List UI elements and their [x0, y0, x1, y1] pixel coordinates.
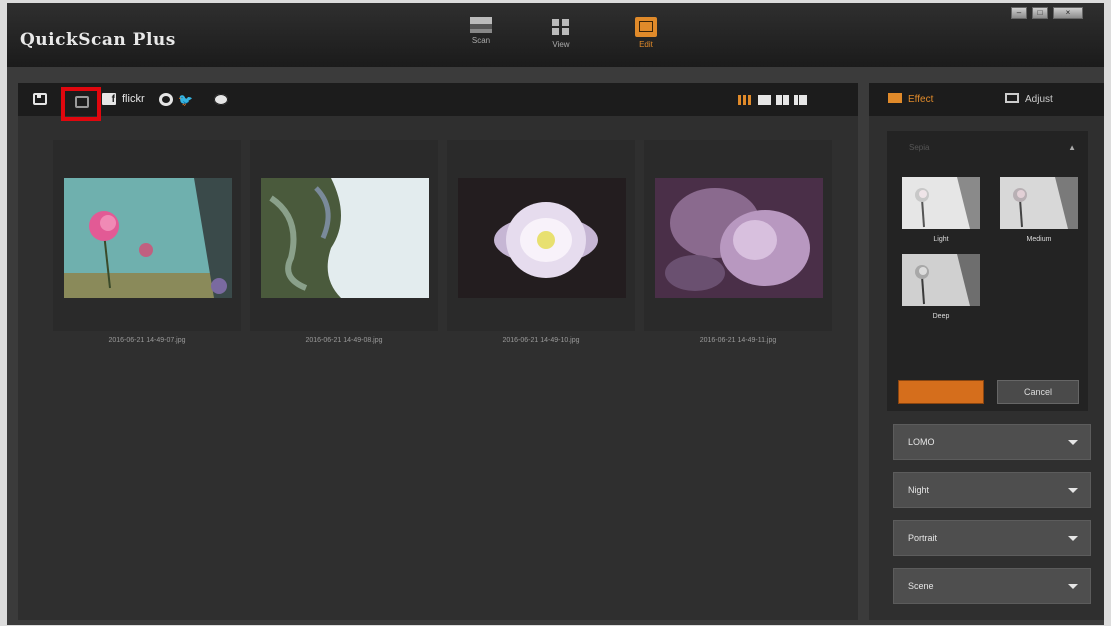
view-grid-icon	[550, 17, 572, 37]
settings-icon[interactable]	[214, 94, 228, 105]
tab-adjust[interactable]: Adjust	[986, 83, 1103, 116]
maximize-button[interactable]: □	[1032, 7, 1048, 19]
two-column-view-icon[interactable]	[776, 95, 789, 105]
effect-dropdown-night[interactable]: Night	[893, 472, 1091, 508]
effect-icon	[888, 93, 902, 103]
effect-preset-label: Medium	[1026, 236, 1052, 243]
edit-photo-icon	[635, 17, 657, 37]
effect-preview	[902, 177, 980, 229]
app-title: QuickScan Plus	[20, 30, 176, 50]
mode-label-scan: Scan	[471, 36, 491, 45]
mode-tab-edit[interactable]: Edit	[621, 13, 671, 63]
effect-preset-deep[interactable]: Deep	[902, 254, 980, 324]
effect-group-header[interactable]: Sepia ▲	[887, 131, 1088, 161]
tab-adjust-label: Adjust	[1025, 94, 1053, 105]
effect-dropdown-scene[interactable]: Scene	[893, 568, 1091, 604]
chevron-down-icon	[1068, 488, 1078, 493]
grid-view-icon[interactable]	[738, 95, 751, 105]
dropdown-label: Scene	[908, 581, 934, 591]
twitter-icon[interactable]: 🐦	[178, 92, 193, 108]
mode-tab-scan[interactable]: Scan	[456, 13, 506, 63]
thumbnail-filename: 2016-06-21 14-49-08.jpg	[305, 337, 383, 344]
thumbnail-card[interactable]: 2016-06-21 14-49-08.jpg	[250, 140, 438, 344]
thumbnail-filename: 2016-06-21 14-49-07.jpg	[108, 337, 186, 344]
tab-effect-label: Effect	[908, 94, 934, 105]
effect-group-title: Sepia	[909, 143, 930, 152]
app-window: QuickScan Plus Scan View Edit – □ × f fl…	[7, 3, 1104, 625]
photo-thumbnail	[64, 178, 232, 298]
cancel-button[interactable]: Cancel	[997, 380, 1079, 404]
effect-dropdown-portrait[interactable]: Portrait	[893, 520, 1091, 556]
scanner-icon	[470, 17, 492, 33]
adjust-icon	[1005, 93, 1019, 103]
thumbnail-filename: 2016-06-21 14-49-11.jpg	[699, 337, 777, 344]
effect-preview	[902, 254, 980, 306]
photo-thumbnail	[458, 178, 626, 298]
effect-dropdown-lomo[interactable]: LOMO	[893, 424, 1091, 460]
chevron-down-icon	[1068, 440, 1078, 445]
save-icon[interactable]	[33, 93, 47, 105]
effect-preview	[1000, 177, 1078, 229]
thumbnail-filename: 2016-06-21 14-49-10.jpg	[502, 337, 580, 344]
single-view-icon[interactable]	[794, 95, 807, 105]
photo-thumbnail	[261, 178, 429, 298]
chevron-down-icon	[1068, 536, 1078, 541]
title-bar: QuickScan Plus Scan View Edit – □ ×	[7, 3, 1104, 67]
flickr-button[interactable]: flickr	[122, 91, 145, 107]
mode-tab-view[interactable]: View	[536, 13, 586, 63]
share-circle-icon[interactable]	[159, 93, 173, 106]
highlight-box	[61, 87, 101, 121]
dropdown-label: Night	[908, 485, 930, 495]
facebook-icon[interactable]: f	[102, 93, 116, 105]
edit-side-panel: Effect Adjust Sepia ▲ Light Medium Deep …	[869, 83, 1104, 620]
minimize-button[interactable]: –	[1011, 7, 1027, 19]
thumbnail-card[interactable]: 2016-06-21 14-49-07.jpg	[53, 140, 241, 344]
apply-button[interactable]	[898, 380, 984, 404]
effect-preset-light[interactable]: Light	[902, 177, 980, 247]
mode-label-edit: Edit	[639, 40, 653, 49]
dropdown-label: LOMO	[908, 437, 935, 447]
thumbnail-card[interactable]: 2016-06-21 14-49-11.jpg	[644, 140, 832, 344]
collapse-chevron-icon: ▲	[1068, 143, 1076, 152]
effect-preset-label: Light	[933, 236, 949, 243]
edit-tabs: Effect Adjust	[869, 83, 1104, 116]
effect-preset-medium[interactable]: Medium	[1000, 177, 1078, 247]
chevron-down-icon	[1068, 584, 1078, 589]
tab-effect[interactable]: Effect	[869, 83, 986, 116]
thumbnail-card[interactable]: 2016-06-21 14-49-10.jpg	[447, 140, 635, 344]
close-button[interactable]: ×	[1053, 7, 1083, 19]
effect-preset-label: Deep	[932, 313, 950, 320]
share-toolbar: f flickr 🐦	[18, 83, 858, 116]
photo-thumbnail	[655, 178, 823, 298]
large-view-icon[interactable]	[758, 95, 771, 105]
sepia-effect-group: Sepia ▲ Light Medium Deep Cancel	[887, 131, 1088, 411]
mode-label-view: View	[552, 40, 570, 49]
photo-browser-panel: f flickr 🐦 2016-06-21 14-49-07.jpg 2016-…	[18, 83, 858, 620]
dropdown-label: Portrait	[908, 533, 938, 543]
